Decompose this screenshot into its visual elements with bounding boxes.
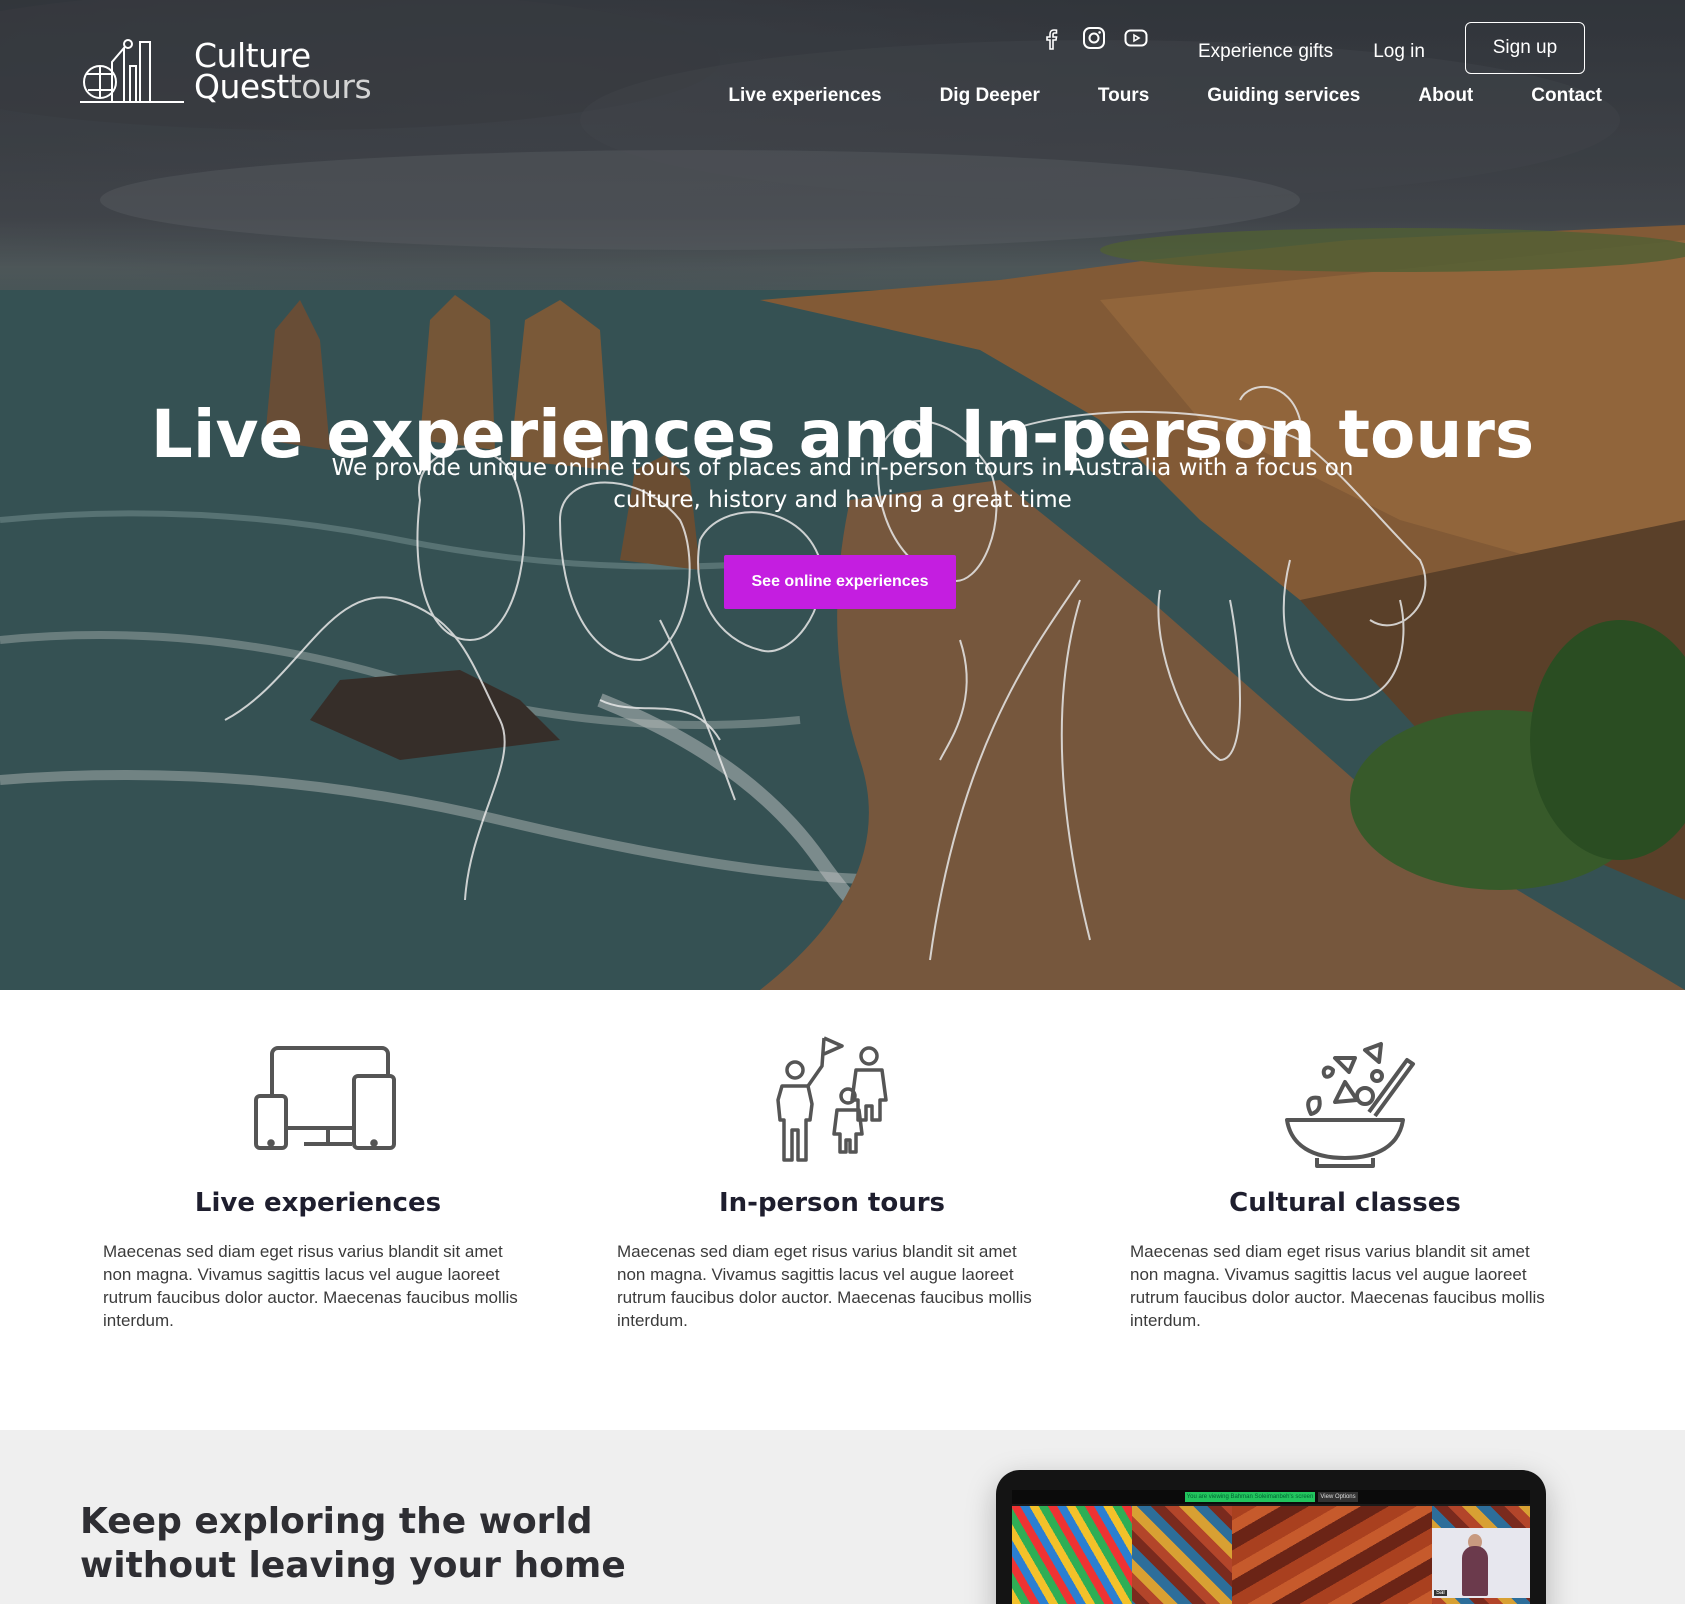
salad-bowl-icon <box>1285 1042 1415 1168</box>
logo-line2-sub: tours <box>288 67 372 106</box>
explore-section: Keep exploring the world without leaving… <box>0 1430 1685 1604</box>
features-section: Live experiences Maecenas sed diam eget … <box>0 990 1685 1430</box>
login-link[interactable]: Log in <box>1373 41 1425 63</box>
tour-group-icon <box>776 1036 888 1162</box>
tablet-screen: You are viewing Bahman Soleimanbeh's scr… <box>1012 1490 1530 1604</box>
logo-line2-main: Quest <box>194 67 289 106</box>
hero-section: Culture Questtours Experience gifts Log … <box>0 0 1685 990</box>
nav-item-guiding-services[interactable]: Guiding services <box>1207 85 1360 107</box>
youtube-icon[interactable] <box>1124 26 1148 50</box>
social-links <box>1040 26 1148 50</box>
explore-heading-line1: Keep exploring the world <box>80 1501 593 1542</box>
logo-line2: Questtours <box>194 70 372 103</box>
participant-name: Sal <box>1434 1590 1447 1596</box>
feature-title: Live experiences <box>194 1188 442 1218</box>
participant-video-tile: Sal <box>1432 1528 1530 1598</box>
feature-cultural-classes: Cultural classes Maecenas sed diam eget … <box>1130 1030 1560 1332</box>
facebook-icon[interactable] <box>1040 26 1064 50</box>
devices-icon <box>254 1046 396 1150</box>
main-nav: Live experiences Dig Deeper Tours Guidin… <box>728 85 1602 107</box>
explore-heading-line2: without leaving your home <box>80 1545 626 1586</box>
hero-subtitle: We provide unique online tours of places… <box>331 455 1354 513</box>
view-options-button: View Options <box>1318 1492 1358 1502</box>
stained-glass-window <box>1012 1506 1132 1604</box>
feature-title: Cultural classes <box>1229 1188 1461 1218</box>
signup-button[interactable]: Sign up <box>1464 22 1585 74</box>
participant-body <box>1462 1546 1488 1596</box>
nav-item-live-experiences[interactable]: Live experiences <box>728 85 881 107</box>
screen-share-banner: You are viewing Bahman Soleimanbeh's scr… <box>1185 1492 1315 1502</box>
nav-item-dig-deeper[interactable]: Dig Deeper <box>940 85 1040 107</box>
nav-item-contact[interactable]: Contact <box>1531 85 1602 107</box>
feature-in-person-tours: In-person tours Maecenas sed diam eget r… <box>617 1030 1047 1332</box>
nav-item-about[interactable]: About <box>1418 85 1473 107</box>
shared-screen-image-detail <box>1232 1506 1432 1604</box>
nav-item-tours[interactable]: Tours <box>1098 85 1149 107</box>
explore-heading: Keep exploring the world without leaving… <box>80 1500 626 1588</box>
page: Culture Questtours Experience gifts Log … <box>0 0 1685 1604</box>
logo-mark-icon <box>80 39 184 103</box>
feature-description: Maecenas sed diam eget risus varius blan… <box>617 1242 1032 1330</box>
experience-gifts-link[interactable]: Experience gifts <box>1198 41 1333 63</box>
logo-wordmark: Culture Questtours <box>194 39 372 103</box>
brand-logo[interactable]: Culture Questtours <box>80 38 372 104</box>
feature-title: In-person tours <box>718 1188 946 1218</box>
feature-description: Maecenas sed diam eget risus varius blan… <box>1130 1242 1545 1330</box>
tablet-mockup: You are viewing Bahman Soleimanbeh's scr… <box>996 1470 1546 1604</box>
feature-description: Maecenas sed diam eget risus varius blan… <box>103 1242 518 1330</box>
instagram-icon[interactable] <box>1082 26 1106 50</box>
account-links: Experience gifts Log in Sign up <box>1198 22 1585 74</box>
feature-live-experiences: Live experiences Maecenas sed diam eget … <box>103 1030 533 1332</box>
see-online-experiences-button[interactable]: See online experiences <box>724 555 956 609</box>
video-call-toolbar: You are viewing Bahman Soleimanbeh's scr… <box>1012 1490 1530 1504</box>
